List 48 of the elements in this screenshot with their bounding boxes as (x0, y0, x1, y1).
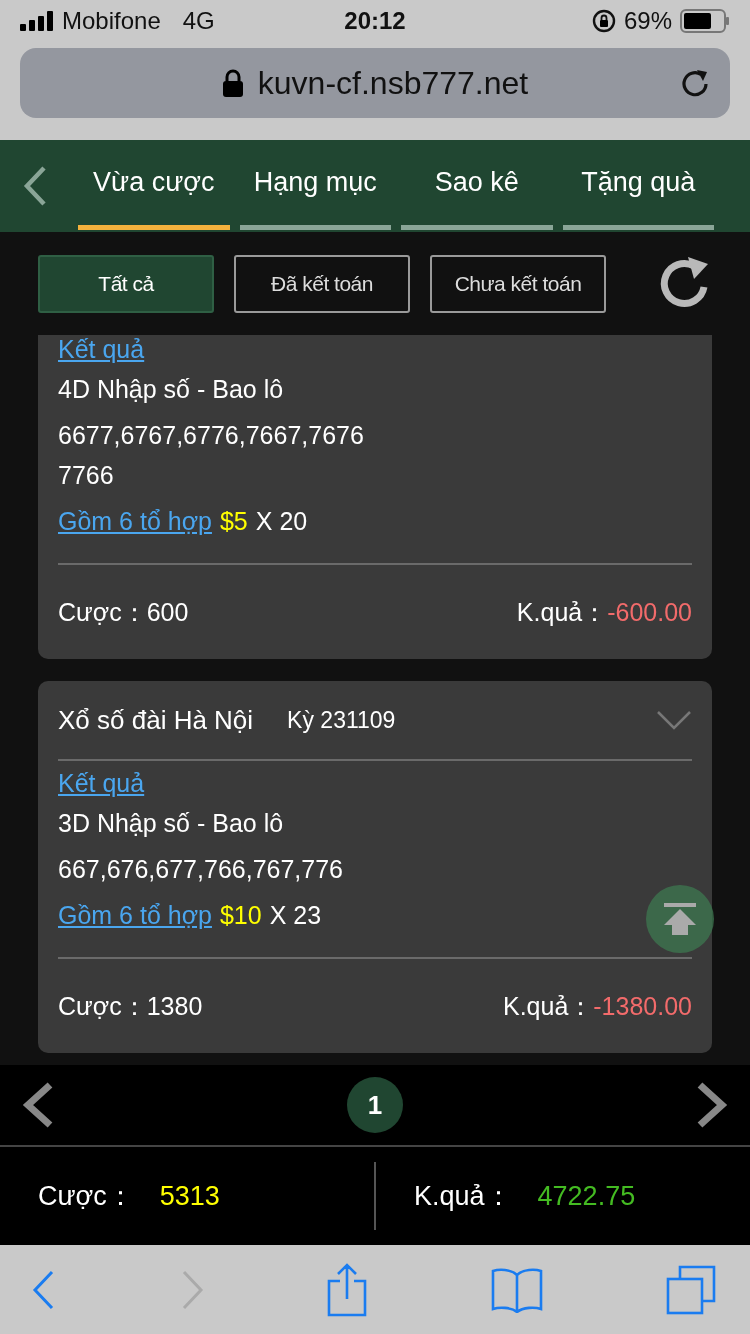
battery-icon (680, 9, 730, 33)
total-label: K.quả： (414, 1180, 512, 1213)
stake-value: 1380 (146, 991, 203, 1020)
result-value: -1380.00 (593, 991, 692, 1020)
total-value: 4722.75 (537, 1180, 636, 1212)
total-value: 5313 (159, 1180, 220, 1212)
signal-icon (20, 11, 54, 31)
tabs-icon[interactable] (666, 1264, 716, 1315)
address-bar[interactable]: kuvn-cf.nsb777.net (20, 48, 730, 118)
bet-numbers: 7766 (58, 460, 115, 491)
unit-amount: $5 (219, 507, 248, 535)
previous-page-icon[interactable] (22, 1082, 54, 1128)
next-page-icon[interactable] (696, 1082, 728, 1128)
bet-numbers: 6677,6767,6776,7667,7676 (58, 420, 365, 451)
stake-label: Cược： (58, 597, 147, 626)
combination-link[interactable]: Gồm 6 tổ hợp (58, 507, 212, 535)
unit-amount: $10 (219, 901, 262, 929)
network-type: 4G (182, 7, 215, 35)
stake-value: 600 (146, 597, 189, 626)
url-text: kuvn-cf.nsb777.net (257, 64, 529, 102)
lock-icon (221, 69, 244, 97)
multiplier: X 23 (269, 901, 322, 929)
carrier-name: Mobifone (62, 7, 161, 35)
bet-type: 3D Nhập số - Bao lô (58, 809, 285, 837)
result-label: K.quả： (516, 597, 608, 626)
filter-button[interactable]: Tất cả (38, 254, 214, 313)
bet-type: 4D Nhập số - Bao lô (58, 375, 285, 403)
multiplier: X 20 (255, 507, 308, 535)
battery-percent: 69% (623, 7, 672, 35)
share-icon[interactable] (327, 1262, 367, 1317)
rotation-lock-icon (591, 9, 616, 33)
total-label: Cược： (38, 1180, 134, 1213)
stake-label: Cược： (58, 991, 147, 1020)
result-link[interactable]: Kết quả (58, 335, 145, 363)
draw-period: Kỳ 231109 (287, 706, 397, 734)
back-icon[interactable] (32, 1269, 56, 1310)
bet-numbers: 667,676,677,766,767,776 (58, 854, 344, 885)
result-value: -600.00 (607, 597, 692, 626)
clock-time: 20:12 (344, 7, 406, 35)
chevron-icon[interactable] (656, 708, 692, 732)
combination-link[interactable]: Gồm 6 tổ hợp (58, 901, 212, 929)
lottery-name: Xổ số đài Hà Nội (58, 704, 254, 736)
page-number[interactable]: 1 (347, 1077, 403, 1133)
filter-button[interactable]: Chưa kết toán (430, 254, 606, 313)
filter-button[interactable]: Đã kết toán (234, 254, 410, 313)
result-link[interactable]: Kết quả (58, 769, 145, 797)
result-label: K.quả： (502, 991, 594, 1020)
book-icon[interactable] (490, 1266, 543, 1313)
